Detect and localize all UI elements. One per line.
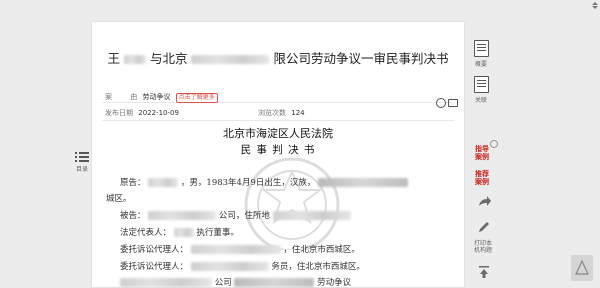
publish-date: 2022-10-09: [138, 109, 179, 117]
para-text: 原告：: [120, 178, 146, 188]
document-icon: [473, 76, 489, 93]
document-icon: [473, 40, 489, 57]
pencil-icon[interactable]: [476, 219, 492, 235]
para-text: 被告：: [120, 211, 146, 221]
share-icon[interactable]: [436, 98, 446, 108]
recommended-cases-link[interactable]: 推荐 案例: [471, 170, 493, 186]
publish-row: 发布日期 2022-10-09: [105, 108, 179, 118]
case-label: 案: [105, 93, 112, 101]
redacted-block: [272, 211, 351, 220]
para-text: 委托诉讼代理人：: [120, 262, 189, 272]
court-name: 北京市海淀区人民法院: [223, 127, 333, 140]
summary-label: 概要: [474, 61, 487, 68]
para-text: 城区。: [106, 194, 132, 204]
related-button[interactable]: 关联: [468, 76, 494, 104]
redacted-block: [318, 178, 409, 187]
triangle-icon: [575, 259, 589, 275]
corner-widget[interactable]: [571, 255, 593, 281]
summary-button[interactable]: 概要: [468, 40, 494, 68]
toc-button[interactable]: 目录: [73, 151, 91, 173]
share-icon[interactable]: [476, 193, 492, 209]
title-start: 王: [107, 51, 121, 66]
para-text: ，男，1983年4月9日出生，汉族，: [180, 178, 316, 188]
redacted-block: [190, 245, 281, 254]
case-row: 案 由 劳动争议 点击了解更多: [105, 92, 218, 103]
para-text: 执行董事。: [196, 228, 239, 238]
paragraph-defendant: 被告： 公司，住所地: [120, 209, 351, 221]
paragraph-agent-1: 委托诉讼代理人： ，住北京市西城区。: [120, 243, 360, 255]
publish-label: 发布日期: [105, 109, 133, 117]
views-count: 124: [291, 109, 305, 117]
document-title: 王 与北京 限公司劳动争议一审民事判决书: [92, 48, 464, 66]
para-text: 公司，住所地: [218, 211, 270, 221]
toc-label: 目录: [75, 166, 88, 173]
arrow-up-icon[interactable]: [476, 264, 492, 280]
scroll-arrows-icon[interactable]: [592, 2, 598, 10]
guide-cases-link[interactable]: 指导 案例: [471, 145, 493, 161]
paragraph-plaintiff-cont: 城区。: [106, 192, 132, 204]
redacted-block: [173, 228, 194, 237]
print-label: 打印本 机构题: [473, 240, 492, 254]
para-text: 务员，住北京市西城区。: [271, 262, 365, 272]
paragraph-claim: 公司 劳动争议: [120, 276, 351, 288]
redacted-block: [191, 55, 270, 64]
redacted-block: [120, 278, 212, 287]
redacted-block: [148, 211, 217, 220]
related-label: 关联: [474, 97, 487, 104]
views-label: 浏览次数: [258, 109, 286, 117]
print-button[interactable]: 打印本 机构题: [470, 240, 496, 254]
learn-more-tag[interactable]: 点击了解更多: [175, 93, 218, 103]
redacted-block: [124, 55, 146, 64]
paragraph-agent-2: 委托诉讼代理人： 务员，住北京市西城区。: [120, 260, 365, 272]
divider: [102, 120, 454, 121]
redacted-block: [190, 262, 269, 271]
list-icon: [75, 151, 89, 163]
paragraph-plaintiff: 原告： ，男，1983年4月9日出生，汉族，: [120, 176, 409, 188]
title-mid: 与北京: [149, 51, 188, 66]
document-type: 民 事 判 决 书: [240, 144, 316, 156]
redacted-block: [234, 278, 315, 287]
para-text: ，住北京市西城区。: [283, 245, 360, 255]
para-text: 法定代表人：: [120, 228, 172, 238]
case-value: 劳动争议: [142, 93, 171, 101]
redacted-block: [148, 178, 179, 187]
views-row: 浏览次数 124: [258, 108, 305, 118]
printer-icon[interactable]: [448, 99, 458, 107]
case-label-2: 由: [130, 93, 138, 101]
paragraph-legal-rep: 法定代表人： 执行董事。: [120, 226, 239, 238]
document-page: 王 与北京 限公司劳动争议一审民事判决书 案 由 劳动争议 点击了解更多 发布日…: [92, 22, 464, 288]
para-text: 委托诉讼代理人：: [120, 245, 189, 255]
title-end: 限公司劳动争议一审民事判决书: [273, 51, 449, 66]
